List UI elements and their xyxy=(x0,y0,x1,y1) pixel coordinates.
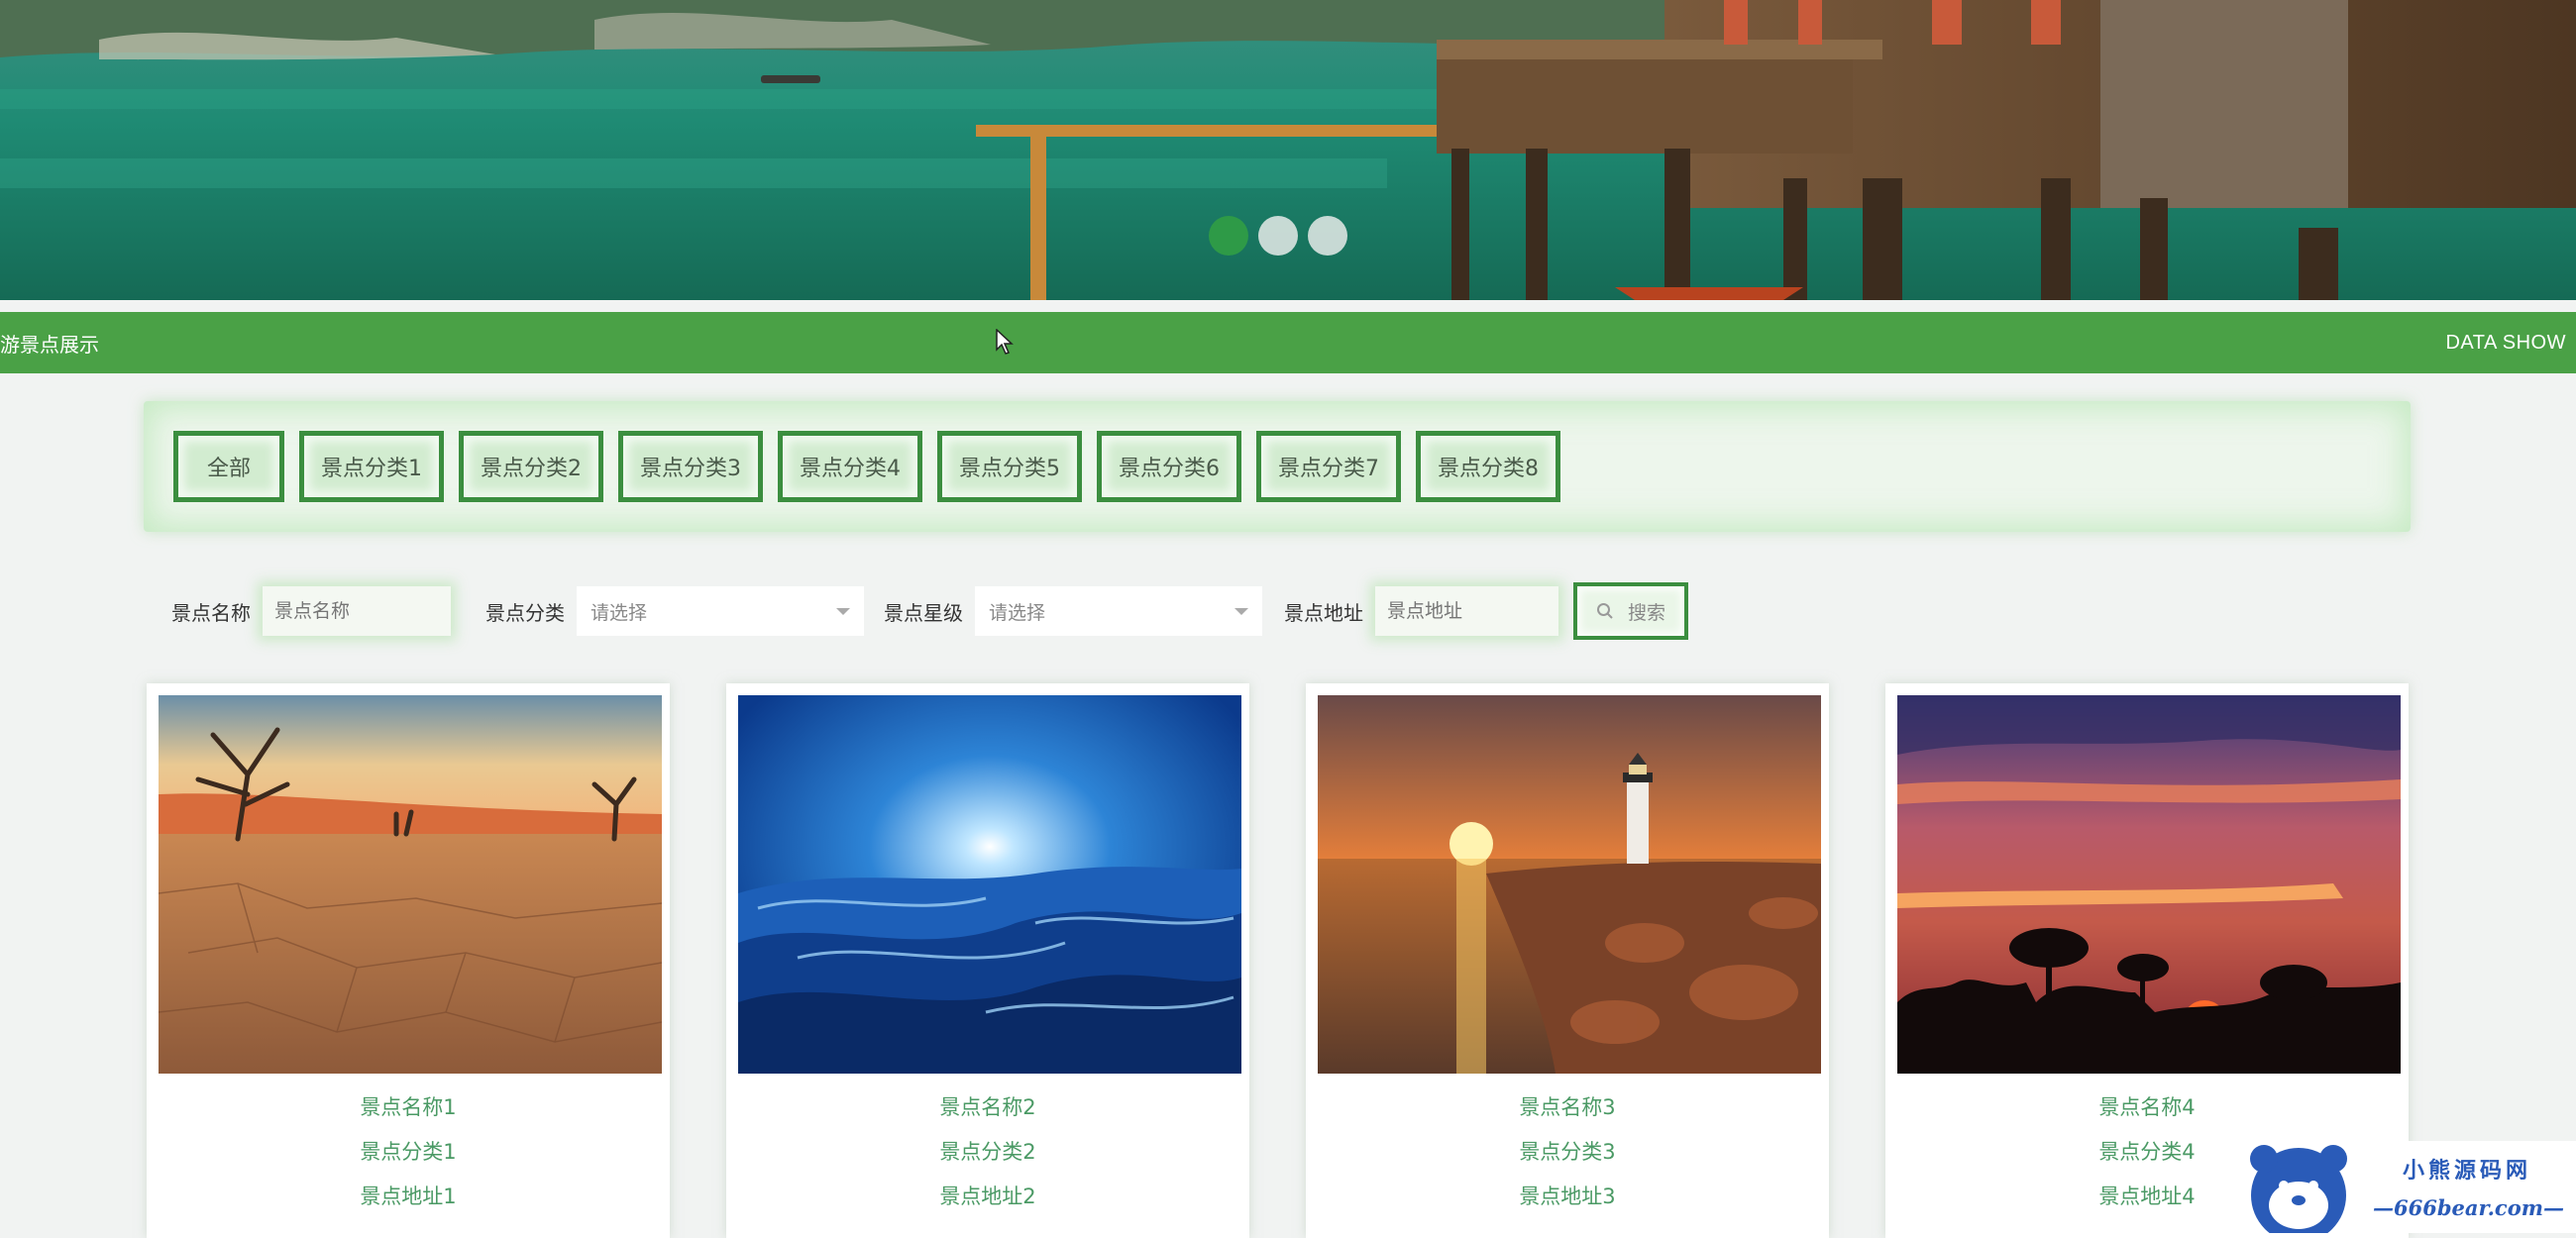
spot-name[interactable]: 景点名称4 xyxy=(1897,1085,2397,1130)
category-button[interactable]: 景点分类5 xyxy=(937,431,1082,502)
spot-level-label: 景点星级 xyxy=(884,600,963,625)
spot-image-purple-sunset[interactable] xyxy=(1897,695,2401,1074)
carousel-dot-3[interactable] xyxy=(1308,216,1347,256)
carousel-dot-2[interactable] xyxy=(1258,216,1298,256)
spot-card[interactable]: 景点名称2 景点分类2 景点地址2 xyxy=(726,683,1249,1238)
spot-name[interactable]: 景点名称2 xyxy=(738,1085,1237,1130)
category-button[interactable]: 景点分类1 xyxy=(299,431,444,502)
category-button[interactable]: 景点分类7 xyxy=(1256,431,1401,502)
spot-card-list: 景点名称1 景点分类1 景点地址1 景点名称2 景点分类2 景点地址2 景点名称… xyxy=(147,683,2409,1238)
category-button[interactable]: 景点分类8 xyxy=(1416,431,1560,502)
bear-logo-icon xyxy=(2250,1145,2347,1233)
carousel-indicators xyxy=(1209,216,1347,256)
spot-name[interactable]: 景点名称3 xyxy=(1318,1085,1817,1130)
watermark-logo: 小熊源码网 —666bear.com— xyxy=(2234,1141,2576,1233)
mouse-cursor-icon xyxy=(996,329,1014,355)
spot-image-desert[interactable] xyxy=(159,695,662,1074)
section-title-bar: 游景点展示 DATA SHOW xyxy=(0,312,2576,373)
category-button-all[interactable]: 全部 xyxy=(173,431,284,502)
spot-card-info: 景点名称3 景点分类3 景点地址3 xyxy=(1318,1085,1817,1219)
search-button[interactable]: 搜索 xyxy=(1573,582,1688,640)
spot-card-info: 景点名称1 景点分类1 景点地址1 xyxy=(159,1085,658,1219)
spot-address-input[interactable] xyxy=(1375,586,1558,636)
spot-category[interactable]: 景点分类1 xyxy=(159,1130,658,1175)
chevron-down-icon xyxy=(836,607,850,615)
spot-name-label: 景点名称 xyxy=(171,600,251,625)
section-subtitle: DATA SHOW xyxy=(2445,331,2566,354)
watermark-url: —666bear.com— xyxy=(2373,1195,2564,1220)
search-icon xyxy=(1596,603,1613,619)
category-filter-panel: 全部 景点分类1 景点分类2 景点分类3 景点分类4 景点分类5 景点分类6 景… xyxy=(144,401,2411,532)
spot-category-label: 景点分类 xyxy=(485,600,565,625)
spot-address[interactable]: 景点地址3 xyxy=(1318,1175,1817,1219)
spot-category[interactable]: 景点分类2 xyxy=(738,1130,1237,1175)
category-button[interactable]: 景点分类2 xyxy=(459,431,603,502)
category-button[interactable]: 景点分类3 xyxy=(618,431,763,502)
spot-address[interactable]: 景点地址2 xyxy=(738,1175,1237,1219)
hero-banner xyxy=(0,0,2576,300)
category-button-list: 全部 景点分类1 景点分类2 景点分类3 景点分类4 景点分类5 景点分类6 景… xyxy=(173,431,1560,502)
watermark-title: 小熊源码网 xyxy=(2403,1158,2532,1184)
spot-address-label: 景点地址 xyxy=(1284,600,1363,625)
category-button[interactable]: 景点分类6 xyxy=(1097,431,1241,502)
spot-level-select[interactable]: 请选择 xyxy=(975,586,1262,636)
chevron-down-icon xyxy=(1234,607,1248,615)
spot-name-input[interactable] xyxy=(263,586,451,636)
spot-image-blue-landscape[interactable] xyxy=(738,695,1241,1074)
spot-name[interactable]: 景点名称1 xyxy=(159,1085,658,1130)
category-button[interactable]: 景点分类4 xyxy=(778,431,922,502)
section-title: 游景点展示 xyxy=(0,332,99,357)
spot-card-info: 景点名称2 景点分类2 景点地址2 xyxy=(738,1085,1237,1219)
spot-category-select[interactable]: 请选择 xyxy=(577,586,864,636)
spot-category-select-value: 请选择 xyxy=(590,601,648,624)
spot-category[interactable]: 景点分类3 xyxy=(1318,1130,1817,1175)
carousel-dot-1[interactable] xyxy=(1209,216,1248,256)
search-button-label: 搜索 xyxy=(1627,601,1665,624)
search-form: 景点名称 景点分类 请选择 景点星级 请选择 景点地址 搜索 xyxy=(171,582,1688,640)
spot-address[interactable]: 景点地址1 xyxy=(159,1175,658,1219)
spot-image-lighthouse[interactable] xyxy=(1318,695,1821,1074)
spot-card[interactable]: 景点名称3 景点分类3 景点地址3 xyxy=(1306,683,1829,1238)
spot-card[interactable]: 景点名称1 景点分类1 景点地址1 xyxy=(147,683,670,1238)
spot-level-select-value: 请选择 xyxy=(989,601,1046,624)
